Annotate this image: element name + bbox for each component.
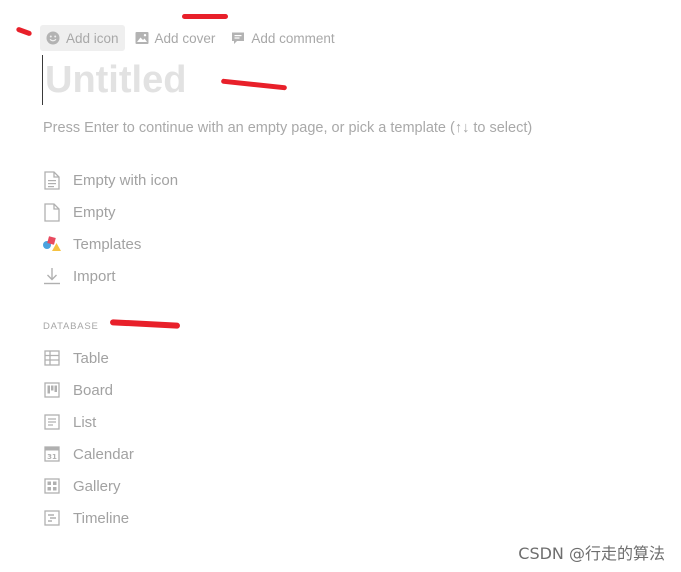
page-title-input[interactable]: Untitled	[45, 57, 186, 103]
page: Add icon Add cover Add comment Untitled …	[0, 0, 681, 572]
database-item-label: Timeline	[73, 509, 130, 527]
red-annotation-mark	[182, 14, 228, 19]
add-icon-button[interactable]: Add icon	[40, 25, 125, 51]
option-label: Empty	[73, 203, 116, 221]
option-templates[interactable]: Templates	[42, 228, 178, 260]
add-icon-label: Add icon	[66, 30, 119, 46]
comment-icon	[231, 31, 245, 45]
text-caret	[42, 55, 43, 105]
database-item-gallery[interactable]: Gallery	[42, 470, 134, 502]
add-comment-button[interactable]: Add comment	[225, 25, 340, 51]
red-annotation-mark	[109, 319, 181, 329]
database-item-label: Table	[73, 349, 109, 367]
option-label: Templates	[73, 235, 142, 253]
page-toolbar: Add icon Add cover Add comment	[40, 24, 341, 52]
add-cover-label: Add cover	[154, 30, 216, 46]
add-comment-label: Add comment	[251, 30, 335, 46]
import-arrow-icon	[42, 266, 62, 286]
list-icon	[42, 412, 62, 432]
option-empty-with-icon[interactable]: Empty with icon	[42, 164, 178, 196]
database-item-calendar[interactable]: 31 Calendar	[42, 438, 134, 470]
template-options: Empty with icon Empty Templates Import	[42, 164, 178, 292]
red-annotation-mark	[15, 26, 33, 37]
page-with-lines-icon	[42, 170, 62, 190]
database-item-list[interactable]: List	[42, 406, 134, 438]
database-item-table[interactable]: Table	[42, 342, 134, 374]
calendar-icon: 31	[42, 444, 62, 464]
red-annotation-mark	[220, 78, 288, 91]
database-item-label: Calendar	[73, 445, 134, 463]
option-import[interactable]: Import	[42, 260, 178, 292]
database-section-label: DATABASE	[43, 321, 99, 332]
option-empty[interactable]: Empty	[42, 196, 178, 228]
template-hint: Press Enter to continue with an empty pa…	[43, 120, 533, 136]
gallery-icon	[42, 476, 62, 496]
table-icon	[42, 348, 62, 368]
database-item-label: Gallery	[73, 477, 121, 495]
database-item-board[interactable]: Board	[42, 374, 134, 406]
timeline-icon	[42, 508, 62, 528]
image-icon	[135, 31, 149, 45]
templates-shapes-icon	[42, 234, 62, 254]
board-icon	[42, 380, 62, 400]
blank-page-icon	[42, 202, 62, 222]
add-cover-button[interactable]: Add cover	[129, 25, 222, 51]
database-item-label: Board	[73, 381, 114, 399]
svg-text:31: 31	[47, 453, 57, 461]
option-label: Empty with icon	[73, 171, 179, 189]
database-options: Table Board List 31 Calendar Gallery Tim…	[42, 342, 134, 534]
database-item-label: List	[73, 413, 97, 431]
database-item-timeline[interactable]: Timeline	[42, 502, 134, 534]
csdn-watermark: CSDN @行走的算法	[518, 544, 665, 563]
option-label: Import	[73, 267, 116, 285]
smiley-icon	[46, 31, 60, 45]
